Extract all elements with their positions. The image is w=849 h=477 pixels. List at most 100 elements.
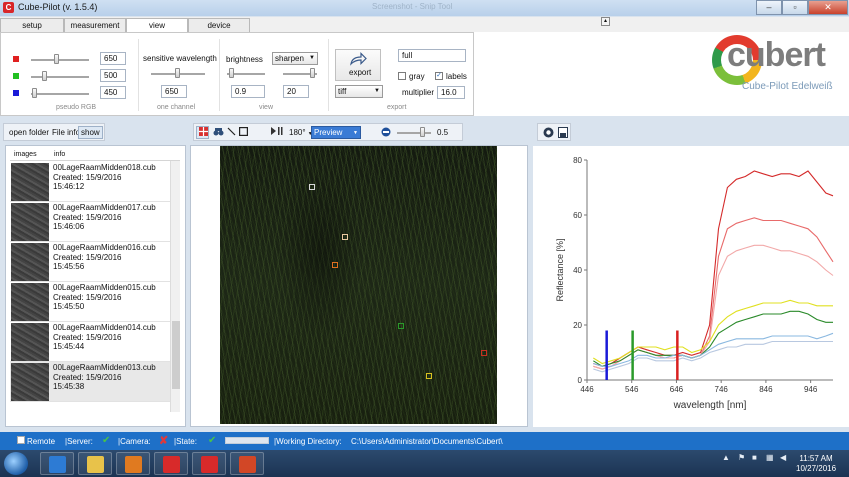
reflectance-spectrum-chart[interactable]: 0 20 40 60 80 446 546 646 746 846 946 wavelength [n… [533,146,849,427]
series-line-7 [593,340,833,373]
server-status-label: |Server: [65,437,93,446]
red-slider-thumb[interactable] [54,54,59,64]
chart-toolbar [537,123,571,141]
play-pause-icon[interactable] [268,126,284,139]
binoculars-icon[interactable] [210,126,224,139]
roi-marker[interactable] [481,350,487,356]
export-format-value: tiff [338,87,347,96]
green-slider-thumb[interactable] [42,71,47,81]
crosshair-icon[interactable] [196,126,209,139]
file-thumbnail [11,283,49,321]
remote-label: Remote [27,437,56,446]
tab-device[interactable]: device [188,18,250,32]
export-name-field[interactable]: full [398,49,466,62]
list-item[interactable]: 00LageRaamMidden017.cub Created: 15/9/201… [10,202,170,242]
images-column-header: images [14,151,37,158]
action-center-icon[interactable]: ⚑ [738,453,745,462]
series-line-4 [593,299,833,365]
status-bar: Remote |Server: ✔ |Camera: ✘ |State: ✔ |… [0,432,849,450]
export-group-label: export [387,104,407,111]
brightness-slider-thumb[interactable] [229,68,234,78]
rectangle-tool-icon[interactable] [236,126,249,139]
green-wavelength-field[interactable]: 500 [100,69,126,82]
export-button[interactable]: export [335,49,381,81]
server-ok-icon: ✔ [102,435,111,446]
red-wavelength-slider[interactable] [31,59,89,61]
save-chart-icon[interactable] [555,126,568,139]
red-wavelength-field[interactable]: 650 [100,52,126,65]
export-format-select[interactable]: tiff ▼ [335,85,383,98]
camera-status-label: |Camera: [118,437,151,446]
taskbar-app-powerpoint[interactable] [230,452,264,475]
file-time: 15:45:44 [53,342,85,352]
chart-series-group [593,170,834,380]
maximize-button[interactable]: ▫ [782,0,808,15]
blue-slider-thumb[interactable] [32,88,37,98]
taskbar-app-cube-pilot-1[interactable] [154,452,188,475]
list-item[interactable]: 00LageRaamMidden013.cub Created: 15/9/201… [10,362,170,402]
roi-marker[interactable] [342,234,348,240]
gray-checkbox[interactable] [398,72,406,80]
list-item[interactable]: 00LageRaamMidden018.cub Created: 15/9/201… [10,162,170,202]
file-created: Created: 15/9/2016 [53,212,122,222]
green-wavelength-slider[interactable] [31,76,89,78]
remote-checkbox[interactable] [17,436,25,444]
roi-marker[interactable] [426,373,432,379]
windows-taskbar: ▲ ⚑ ■ ▦ ◀ 11:57 AM 10/27/2016 [0,450,849,477]
tab-setup[interactable]: setup [0,18,64,32]
collapse-ribbon-button[interactable]: ▴ [601,17,610,26]
close-button[interactable]: ✕ [808,0,848,15]
x-tick-label: 746 [715,385,729,394]
cube-pilot-1-icon [163,456,180,473]
list-item[interactable]: 00LageRaamMidden015.cub Created: 15/9/201… [10,282,170,322]
ribbon-tabs: setup measurement view device [0,17,849,33]
opacity-icon[interactable] [378,126,391,139]
x-tick-label: 446 [580,385,594,394]
sensitive-wavelength-field[interactable]: 650 [161,85,187,98]
opacity-slider[interactable] [397,132,431,134]
clock-time: 11:57 AM [799,454,833,463]
taskbar-app-ie[interactable] [40,452,74,475]
cube-pilot-2-icon [201,456,218,473]
camera-target-icon[interactable] [540,126,554,139]
system-clock[interactable]: 11:57 AM 10/27/2016 [796,454,836,474]
taskbar-app-media[interactable] [116,452,150,475]
ie-icon [49,456,66,473]
brightness-field[interactable]: 0.9 [231,85,265,98]
open-folder-button[interactable]: open folder [6,126,52,139]
sensitive-wavelength-thumb[interactable] [175,68,180,78]
taskbar-app-explorer[interactable] [78,452,112,475]
file-list-scrollbar[interactable] [170,161,180,412]
line-tool-icon[interactable] [224,126,236,139]
show-button[interactable]: show [78,126,103,139]
taskbar-app-cube-pilot-2[interactable] [192,452,226,475]
minimize-button[interactable]: – [756,0,782,15]
series-line-5 [593,310,833,367]
multiplier-field[interactable]: 16.0 [437,86,465,99]
labels-checkbox[interactable]: ✓ [435,72,443,80]
roi-marker[interactable] [332,262,338,268]
volume-icon[interactable]: ◀ [780,453,786,462]
file-time: 15:46:06 [53,222,85,232]
sharpen-select[interactable]: sharpen ▼ [272,52,318,65]
tab-measurement[interactable]: measurement [64,18,126,32]
scrollbar-thumb[interactable] [172,321,180,389]
series-line-1 [593,170,834,367]
hyperspectral-preview-image[interactable] [220,146,497,424]
roi-marker[interactable] [309,184,315,190]
network-icon[interactable]: ▦ [766,453,774,462]
tray-app-icon[interactable]: ■ [752,453,757,462]
file-created: Created: 15/9/2016 [53,372,122,382]
sharpen-field[interactable]: 20 [283,85,309,98]
roi-marker[interactable] [398,323,404,329]
blue-wavelength-field[interactable]: 450 [100,86,126,99]
tab-view[interactable]: view [126,18,188,33]
view-mode-select[interactable]: Preview ▼ [311,126,361,139]
list-item[interactable]: 00LageRaamMidden014.cub Created: 15/9/201… [10,322,170,362]
blue-wavelength-slider[interactable] [31,93,89,95]
sharpen-slider-thumb[interactable] [310,68,315,78]
opacity-slider-thumb[interactable] [420,127,425,137]
start-button[interactable] [4,452,28,475]
tray-flag-icon[interactable]: ▲ [722,453,730,462]
list-item[interactable]: 00LageRaamMidden016.cub Created: 15/9/201… [10,242,170,282]
